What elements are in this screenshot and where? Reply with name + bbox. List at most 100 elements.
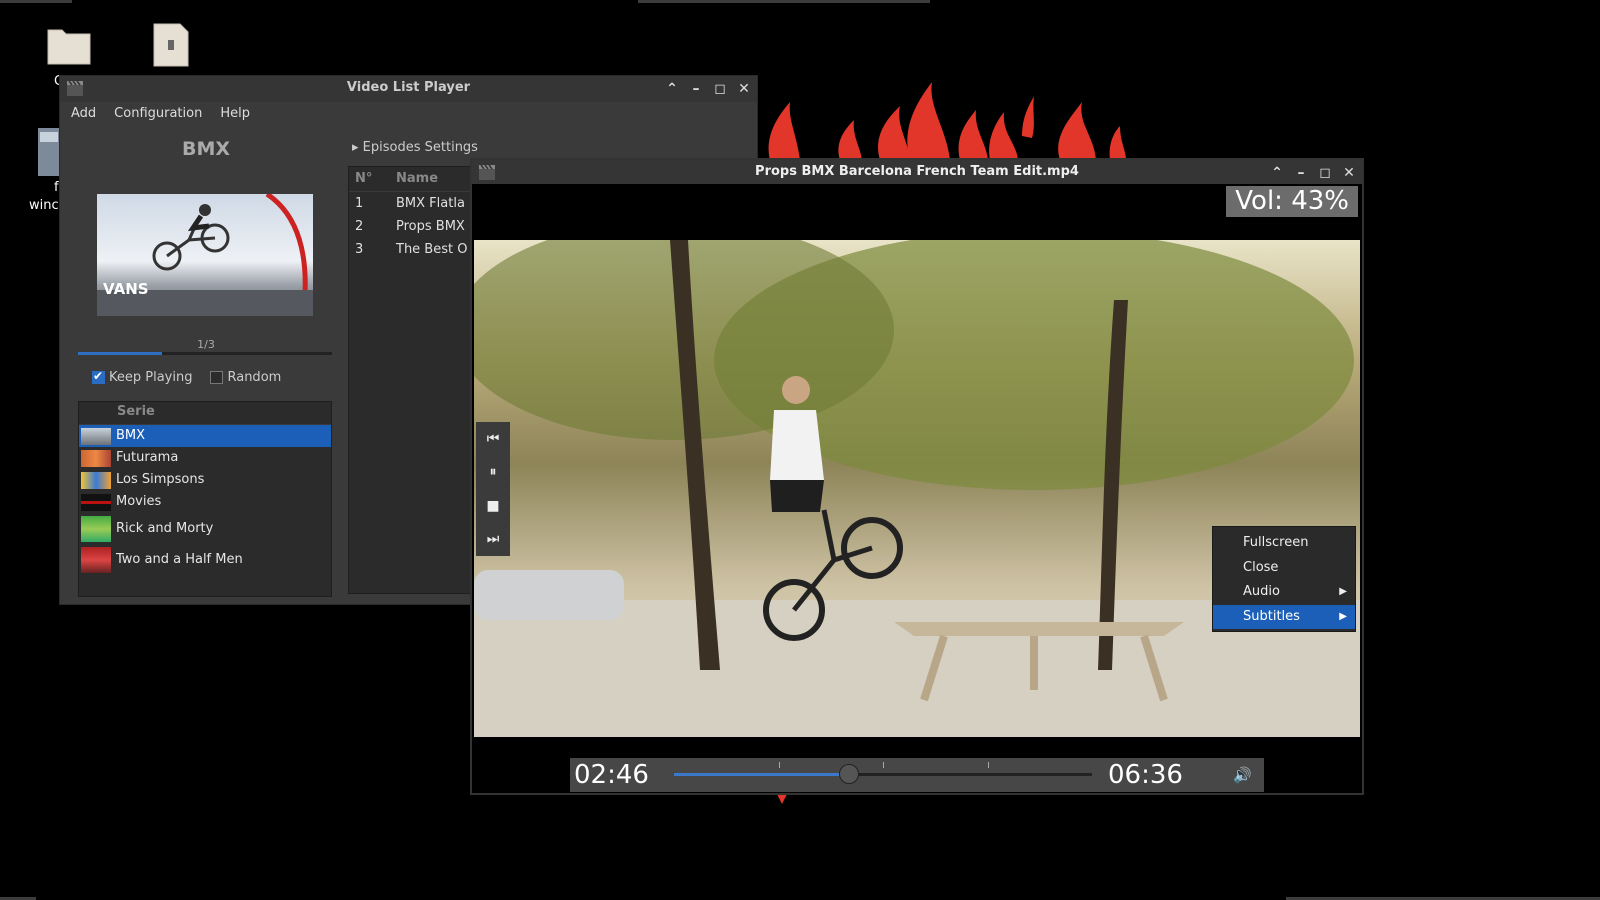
menu-item-fullscreen[interactable]: Fullscreen	[1213, 531, 1355, 556]
keep-playing-checkbox-box[interactable]	[92, 369, 105, 384]
clapperboard-icon	[478, 163, 496, 190]
archive-file-icon[interactable]	[152, 22, 190, 72]
episode-table: N° Name 1 BMX Flatla 2 Props BMX 3 The B…	[348, 166, 478, 594]
pause-icon[interactable]: ⏸	[490, 464, 497, 480]
menu-help[interactable]: Help	[209, 102, 257, 126]
serie-item-movies[interactable]: Movies	[79, 491, 331, 513]
seek-tick	[778, 762, 780, 768]
screenshot-file-icon[interactable]	[38, 128, 60, 180]
serie-item-bmx[interactable]: BMX	[79, 425, 331, 447]
episode-name: Props BMX	[396, 219, 465, 234]
episode-name-header[interactable]: Name	[396, 167, 477, 191]
serie-thumb-icon	[81, 547, 111, 573]
player-context-menu: Fullscreen Close Audio ▶ Subtitles ▶	[1212, 526, 1356, 632]
episode-number: 2	[355, 219, 364, 234]
close-icon[interactable]: ✕	[737, 77, 751, 101]
desktop-panel-edge	[0, 0, 72, 3]
menu-item-close[interactable]: Close	[1213, 556, 1355, 581]
menu-item-label: Close	[1243, 559, 1279, 575]
keep-playing-label: Keep Playing	[109, 370, 193, 385]
video-player-window: Props BMX Barcelona French Team Edit.mp4…	[470, 158, 1364, 795]
video-frame[interactable]	[474, 240, 1360, 737]
seek-tick	[987, 762, 989, 768]
episodes-settings-label: Episodes Settings	[362, 140, 478, 155]
random-checkbox-box[interactable]	[210, 371, 224, 384]
expander-triangle-icon: ▸	[352, 140, 359, 155]
serie-item-label: Two and a Half Men	[116, 552, 243, 567]
menu-item-label: Fullscreen	[1243, 535, 1309, 550]
menu-add[interactable]: Add	[60, 102, 103, 126]
episode-number: 1	[355, 196, 364, 211]
table-row[interactable]: 3 The Best O	[349, 238, 477, 261]
serie-thumb-icon	[81, 472, 111, 489]
submenu-arrow-icon: ▶	[1339, 610, 1347, 622]
serie-item-futurama[interactable]: Futurama	[79, 447, 331, 469]
episode-number-header[interactable]: N°	[349, 167, 396, 191]
menu-bar: Add Configuration Help	[60, 102, 757, 126]
player-title: Props BMX Barcelona French Team Edit.mp4	[755, 164, 1079, 179]
serie-thumb-icon	[81, 494, 111, 511]
keep-playing-checkbox[interactable]: Keep Playing	[92, 369, 193, 385]
side-playback-controls: ⏮ ⏸ ■ ⏭	[476, 422, 510, 556]
desktop-panel-edge	[638, 0, 930, 3]
close-icon[interactable]: ✕	[1342, 161, 1356, 185]
serie-item-rick-and-morty[interactable]: Rick and Morty	[79, 513, 331, 544]
window-shade-icon[interactable]: ⌃	[1270, 161, 1284, 185]
episode-number: 3	[355, 242, 364, 257]
wallpaper-flames	[768, 82, 1126, 160]
total-time: 06:36	[1108, 760, 1183, 790]
random-label: Random	[227, 370, 282, 385]
serie-item-label: BMX	[116, 428, 146, 443]
serie-title: BMX	[181, 138, 231, 160]
serie-thumbnail[interactable]: VANS	[97, 194, 313, 316]
seek-slider-fill	[674, 773, 850, 776]
player-titlebar[interactable]: Props BMX Barcelona French Team Edit.mp4…	[472, 160, 1362, 184]
current-time: 02:46	[574, 760, 649, 790]
serie-item-label: Los Simpsons	[116, 472, 205, 487]
desktop-icon-label: winc	[29, 198, 59, 213]
folder-icon[interactable]	[46, 22, 92, 72]
seek-slider-handle[interactable]	[839, 764, 860, 784]
serie-item-label: Futurama	[116, 450, 179, 465]
desktop-icon-label: f	[54, 180, 59, 195]
serie-pager: 1/3	[197, 338, 215, 351]
serie-progress-bar	[78, 352, 332, 355]
maximize-icon[interactable]: ◻	[1318, 161, 1332, 185]
speaker-icon[interactable]: 🔊	[1233, 766, 1252, 784]
serie-thumb-icon	[81, 428, 111, 445]
serie-item-label: Rick and Morty	[116, 521, 214, 536]
serie-progress-fill	[78, 352, 162, 355]
episode-name: BMX Flatla	[396, 196, 465, 211]
table-row[interactable]: 1 BMX Flatla	[349, 192, 477, 215]
stop-icon[interactable]: ■	[486, 498, 499, 514]
menu-configuration[interactable]: Configuration	[103, 102, 209, 126]
episodes-settings-expander[interactable]: ▸ Episodes Settings	[352, 140, 478, 155]
episode-name: The Best O	[396, 242, 468, 257]
seek-slider[interactable]	[674, 762, 1092, 784]
maximize-icon[interactable]: ◻	[713, 77, 727, 101]
serie-item-label: Movies	[116, 494, 162, 509]
serie-column-header[interactable]: Serie	[79, 402, 331, 425]
window-shade-icon[interactable]: ⌃	[665, 77, 679, 101]
window-title: Video List Player	[346, 80, 471, 95]
serie-item-two-and-a-half-men[interactable]: Two and a Half Men	[79, 544, 331, 575]
minimize-icon[interactable]: –	[689, 77, 703, 101]
next-icon[interactable]: ⏭	[487, 531, 500, 547]
window-titlebar[interactable]: Video List Player ⌃ – ◻ ✕	[60, 76, 757, 102]
minimize-icon[interactable]: –	[1294, 161, 1308, 185]
serie-panel: BMX VANS 1/3 Keep Playing Random	[78, 130, 334, 597]
serie-list: Serie BMX Futurama Los Simpsons Movies R…	[78, 401, 332, 597]
playback-bar: 02:46 06:36 🔊	[570, 758, 1264, 792]
random-checkbox[interactable]: Random	[210, 370, 281, 385]
submenu-arrow-icon: ▶	[1339, 586, 1347, 597]
serie-thumb-icon	[81, 516, 111, 542]
serie-item-los-simpsons[interactable]: Los Simpsons	[79, 469, 331, 491]
seek-tick	[883, 762, 884, 768]
menu-item-audio[interactable]: Audio ▶	[1213, 580, 1355, 605]
menu-item-subtitles[interactable]: Subtitles ▶	[1213, 604, 1355, 629]
previous-icon[interactable]: ⏮	[487, 431, 500, 447]
table-row[interactable]: 2 Props BMX	[349, 215, 477, 238]
vans-logo-text: VANS	[103, 280, 149, 298]
volume-osd: Vol: 43%	[1226, 186, 1358, 217]
menu-item-label: Audio	[1243, 584, 1280, 599]
